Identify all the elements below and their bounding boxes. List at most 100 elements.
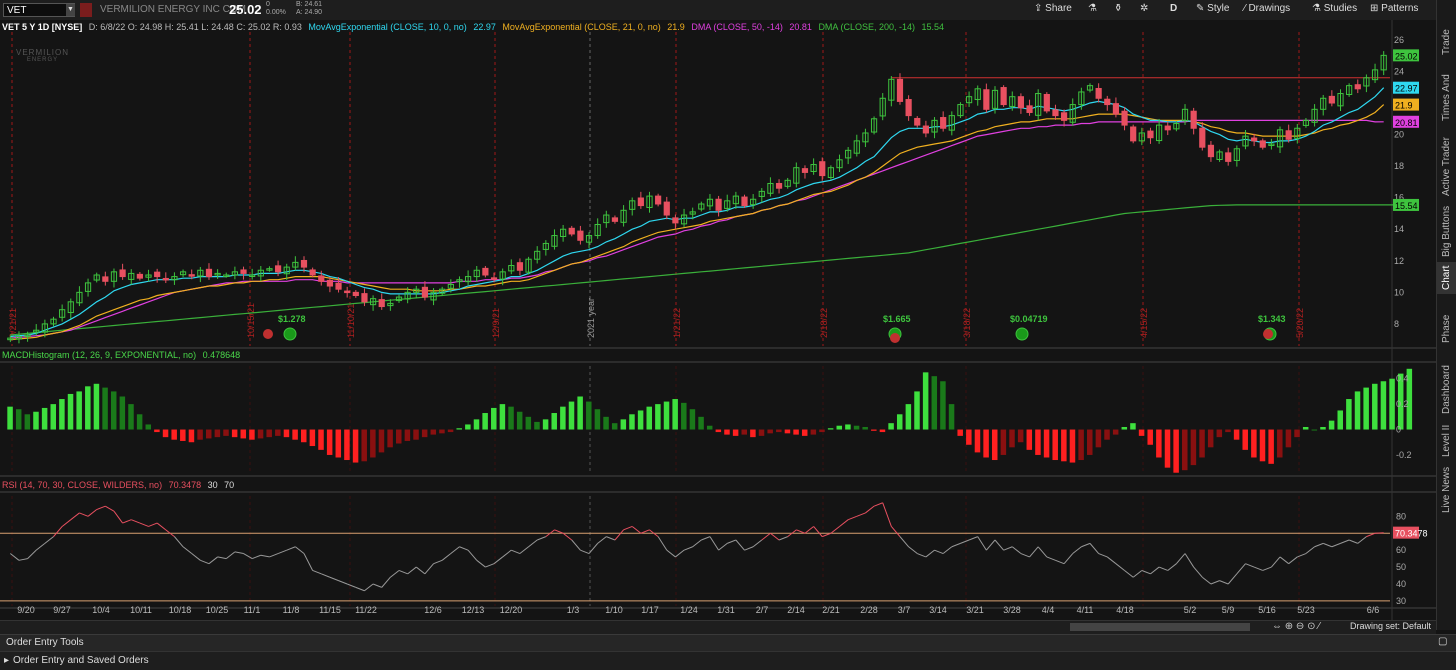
ema21-label[interactable]: MovAvgExponential (CLOSE, 21, 0, no) [502,22,660,32]
macd-bar [344,429,350,461]
drawings-button[interactable]: ⁄ Drawings [1244,3,1290,14]
macd-bar [283,429,290,438]
candle-body [1026,105,1033,113]
macd-bar [1164,429,1171,468]
dividend-label: $1.665 [883,314,911,324]
tab-chart[interactable]: Chart [1437,262,1456,294]
macd-bar [41,407,48,430]
chart-scrollbar[interactable]: ⇔ ⊕ ⊖ ⊙ ⁄ [0,620,1436,634]
earnings-icon [263,329,273,339]
order-entry-saved-orders-label: Order Entry and Saved Orders [13,655,149,666]
candle-body [1104,98,1111,106]
candle-body [577,230,584,241]
macd-bar [715,429,722,433]
flask-button[interactable]: ⚗ [1088,3,1097,14]
macd-bar [456,428,462,430]
settings-button[interactable]: ✲ [1140,3,1148,14]
macd-bar [741,429,748,435]
tab-active-trader[interactable]: Active Trader [1437,136,1456,198]
chart-canvas[interactable]: 81012141618202224269/21/2110/15/2111/10/… [0,20,1436,620]
ema10-tag: 22.97 [1395,84,1418,94]
drawing-set-label[interactable]: Drawing set: Default [1350,621,1431,631]
x-axis-label: 1/10 [605,605,623,615]
macd-bar [629,414,635,430]
candle-body [1147,130,1154,139]
candle-body [309,269,316,276]
macd-label[interactable]: MACDHistogram (12, 26, 9, EXPONENTIAL, n… [2,350,196,360]
order-entry-saved-orders-bar[interactable]: ▸ Order Entry and Saved Orders [0,651,1456,670]
tab-live-news[interactable]: Live News [1437,466,1456,514]
tab-times-and-sales[interactable]: Times And Sales [1437,64,1456,132]
order-entry-tools-bar[interactable]: Order Entry Tools ▢ [0,634,1456,652]
macd-bar [1294,429,1300,438]
date-marker-label: 1/21/22 [672,308,682,338]
x-axis-label: 4/4 [1042,605,1055,615]
macd-bar [1337,410,1343,430]
share-button[interactable]: ⇪ Share [1034,3,1072,14]
candle-body [637,197,644,207]
macd-bar [801,429,808,436]
x-axis-label: 5/23 [1297,605,1315,615]
candle-body [300,259,308,268]
studies-label: Studies [1323,3,1358,14]
macd-bar [862,426,868,430]
macd-bar [370,429,376,458]
macd-bar [983,429,989,458]
macd-bar [1138,429,1145,436]
x-axis-label: 11/22 [355,605,377,615]
price-axis-label: 14 [1394,224,1404,234]
date-marker-label: 5/20/22 [1295,308,1305,338]
symbol-link-icon[interactable] [80,3,92,17]
candle-body [914,117,921,126]
tab-big-buttons[interactable]: Big Buttons [1437,202,1456,260]
tab-dashboard[interactable]: Dashboard [1437,364,1456,416]
style-button[interactable]: ✎ Style [1196,3,1229,14]
date-marker-label: 3/18/22 [962,308,972,338]
patterns-button[interactable]: ⊞ Patterns [1370,3,1418,14]
macd-bar [1104,429,1110,440]
dma200-label[interactable]: DMA (CLOSE, 200, -14) [818,22,915,32]
rsi-label[interactable]: RSI (14, 70, 30, CLOSE, WILDERS, no) [2,480,162,490]
date-marker-label: 2021 year [586,298,596,338]
scrollbar-thumb[interactable] [1070,623,1250,631]
drawings-label: Drawings [1248,3,1291,14]
macd-bar [776,429,782,433]
macd-bar [1095,429,1102,448]
candle-body [1328,95,1335,104]
symbol-input[interactable]: VET [3,3,75,17]
bid-price: B: 24.61 [296,1,323,8]
macd-bar [853,425,860,430]
macd-bar [1311,429,1318,431]
dma50-label[interactable]: DMA (CLOSE, 50, -14) [691,22,783,32]
macd-bar [620,419,627,430]
collapse-icon[interactable]: ▢ [1438,636,1447,647]
x-axis-label: 5/16 [1258,605,1276,615]
chart-background [0,20,1436,620]
candle-body [983,89,990,110]
macd-bar [1017,429,1024,443]
macd-bar [1328,420,1335,430]
macd-bar [931,376,938,430]
candle-body [352,291,359,297]
tab-trade[interactable]: Trade [1437,22,1456,62]
test-tube-button[interactable]: ⚱ [1114,3,1122,14]
timeframe-button[interactable]: D [1170,3,1177,14]
earnings-icon [890,333,900,343]
ema21-value: 21.9 [667,22,685,32]
macd-bar [24,414,31,430]
macd-bar [171,429,177,440]
macd-bar [888,423,894,430]
x-axis-label: 1/31 [717,605,735,615]
studies-button[interactable]: ⚗ Studies [1312,3,1357,14]
rsi-axis-label: 30 [1396,596,1406,606]
macd-bar [491,407,497,430]
x-axis-label: 3/28 [1003,605,1021,615]
ema10-label[interactable]: MovAvgExponential (CLOSE, 10, 0, no) [308,22,466,32]
macd-bar [352,429,359,463]
macd-bar [326,429,333,455]
tab-phase-scores[interactable]: Phase Scores [1437,298,1456,360]
symbol-dropdown-icon[interactable]: ▼ [66,4,75,16]
tab-level-ii[interactable]: Level II [1437,420,1456,462]
zoom-controls[interactable]: ⇔ ⊕ ⊖ ⊙ ⁄ [1272,621,1320,632]
macd-bar [1199,429,1205,458]
